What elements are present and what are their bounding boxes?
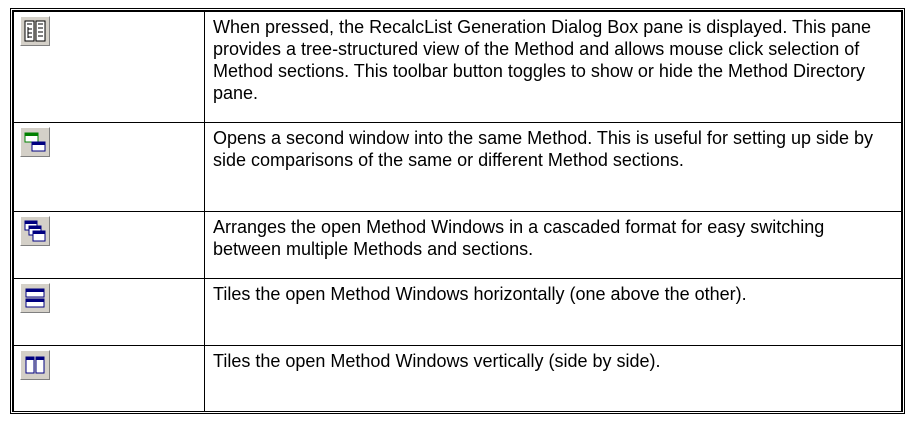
cascade-windows-icon — [24, 220, 46, 242]
icon-cell — [13, 278, 205, 346]
toolbar-reference-table: When pressed, the RecalcList Generation … — [10, 8, 905, 414]
tile-horizontal-icon — [25, 288, 45, 308]
method-directory-toggle-button[interactable] — [20, 16, 50, 46]
icon-cell — [13, 122, 205, 212]
icon-cell — [13, 11, 205, 123]
table-row: When pressed, the RecalcList Generation … — [13, 11, 902, 123]
toolbar-table: When pressed, the RecalcList Generation … — [13, 11, 902, 412]
new-window-icon — [24, 132, 46, 152]
description-cell: When pressed, the RecalcList Generation … — [204, 11, 902, 123]
method-directory-toggle-icon — [24, 20, 46, 42]
description-cell: Opens a second window into the same Meth… — [204, 122, 902, 212]
table-row: Tiles the open Method Windows horizontal… — [13, 278, 902, 346]
description-cell: Tiles the open Method Windows horizontal… — [204, 278, 902, 346]
icon-cell — [13, 211, 205, 279]
table-row: Opens a second window into the same Meth… — [13, 122, 902, 212]
new-window-button[interactable] — [20, 127, 50, 157]
tile-vertical-button[interactable] — [20, 350, 50, 380]
cascade-windows-button[interactable] — [20, 216, 50, 246]
tile-vertical-icon — [25, 356, 45, 374]
table-row: Tiles the open Method Windows vertically… — [13, 345, 902, 412]
tile-horizontal-button[interactable] — [20, 283, 50, 313]
table-row: Arranges the open Method Windows in a ca… — [13, 211, 902, 279]
description-cell: Arranges the open Method Windows in a ca… — [204, 211, 902, 279]
icon-cell — [13, 345, 205, 412]
description-cell: Tiles the open Method Windows vertically… — [204, 345, 902, 412]
